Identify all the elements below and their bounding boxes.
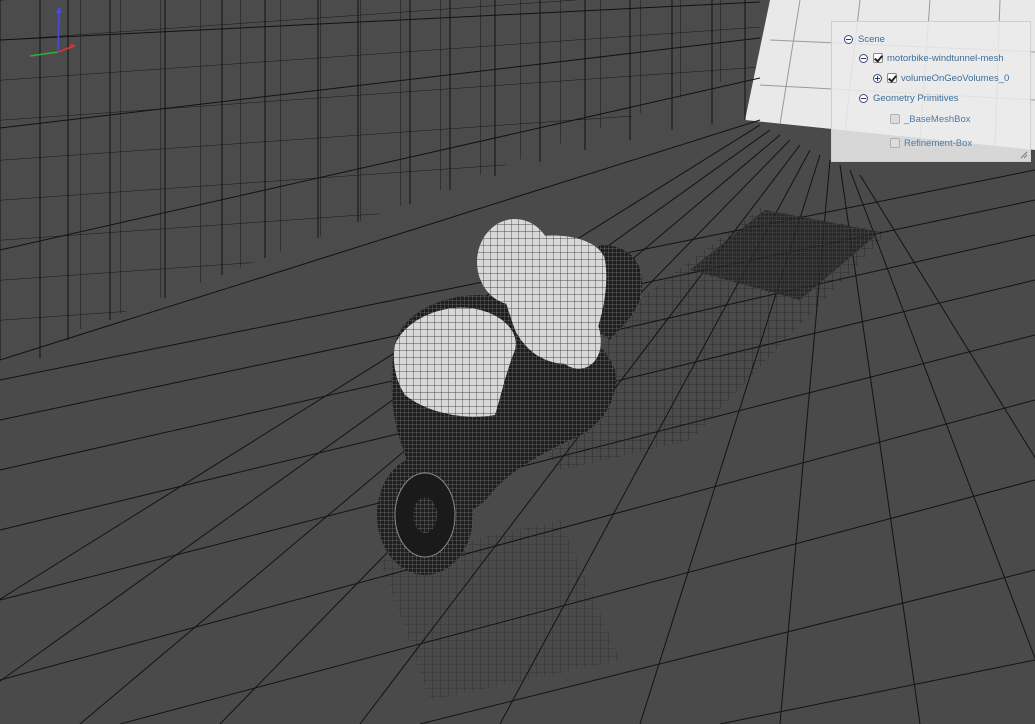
tree-row-refinement-box[interactable]: Refinement-Box [890,135,972,151]
tree-label-motorbike-mesh: motorbike-windtunnel-mesh [887,52,1004,64]
tree-label-scene: Scene [858,33,885,45]
tree-row-scene[interactable]: Scene [844,31,885,47]
visibility-checkbox[interactable] [887,73,897,83]
tree-row-base-mesh-box[interactable]: _BaseMeshBox [890,111,971,127]
collapse-icon[interactable] [844,34,853,44]
tree-label-refinement-box: Refinement-Box [904,137,973,149]
tree-label-volume-on-geo: volumeOnGeoVolumes_0 [901,72,1010,84]
scene-tree-panel[interactable]: Scene motorbike-windtunnel-mesh volumeOn… [831,21,1031,162]
expand-icon[interactable] [873,73,882,83]
visibility-checkbox[interactable] [873,53,883,63]
tree-label-geometry-primitives: Geometry Primitives [873,92,959,104]
visibility-checkbox[interactable] [890,114,900,124]
visibility-checkbox[interactable] [890,138,900,148]
collapse-icon[interactable] [859,93,868,103]
tree-row-geometry-primitives[interactable]: Geometry Primitives [859,90,959,106]
tree-row-motorbike-mesh[interactable]: motorbike-windtunnel-mesh [859,50,1004,66]
collapse-icon[interactable] [859,53,868,63]
tree-label-base-mesh-box: _BaseMeshBox [904,113,971,125]
tree-row-volume-on-geo[interactable]: volumeOnGeoVolumes_0 [873,70,1009,86]
resize-grip-icon[interactable] [1020,151,1028,159]
